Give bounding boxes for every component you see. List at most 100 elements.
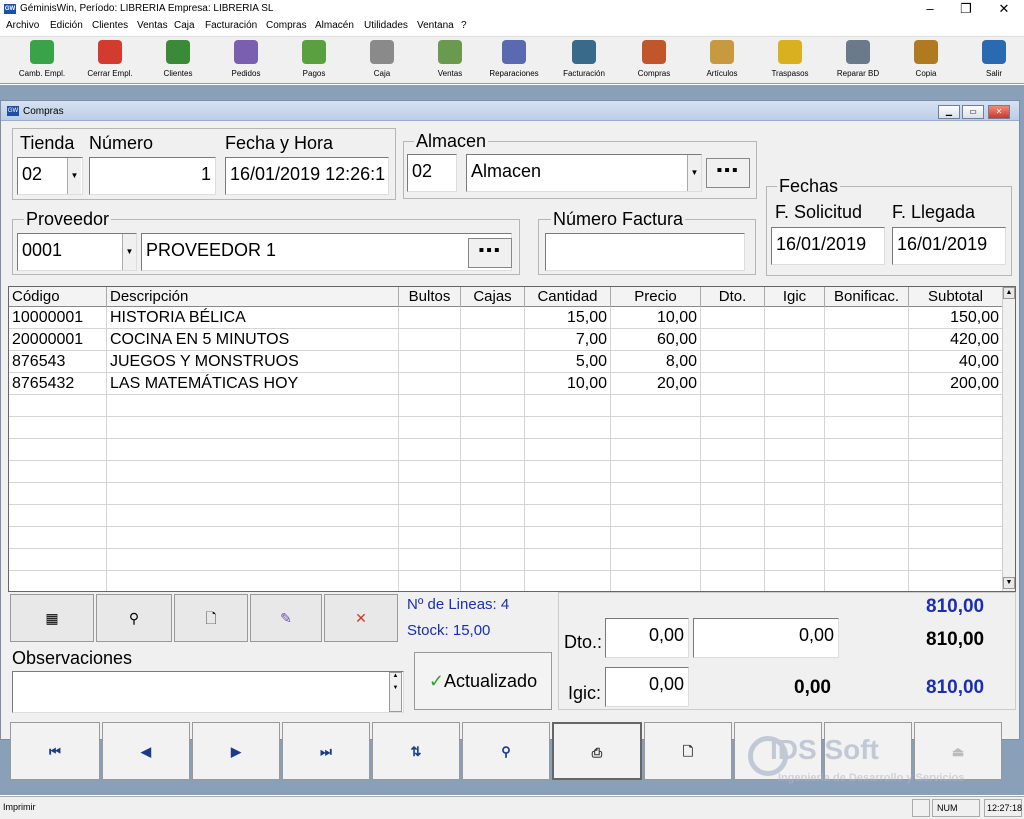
table-cell[interactable] [825,307,909,329]
table-cell[interactable] [909,505,1003,527]
table-row[interactable]: 8765432 LAS MATEMÁTICAS HOY 10,00 20,00 200,… [9,373,1003,395]
table-cell[interactable] [9,439,107,461]
table-cell[interactable] [399,483,461,505]
table-cell[interactable] [107,439,399,461]
grid-new-button[interactable]: 🗋 [174,594,248,642]
table-cell[interactable] [765,549,825,571]
table-row[interactable] [9,417,1003,439]
table-cell[interactable] [399,549,461,571]
toolbar-button-15[interactable]: Salir [960,39,1024,83]
proveedor-name-field[interactable]: PROVEEDOR 1 [141,233,512,271]
table-cell[interactable]: 60,00 [611,329,701,351]
table-cell[interactable] [765,571,825,591]
table-row[interactable] [9,549,1003,571]
table-cell[interactable]: COCINA EN 5 MINUTOS [107,329,399,351]
grid-header-5[interactable]: Cantidad [525,287,611,307]
table-cell[interactable] [909,527,1003,549]
table-cell[interactable] [399,571,461,591]
table-cell[interactable] [399,417,461,439]
toolbar-button-13[interactable]: Reparar BD [824,39,892,83]
table-cell[interactable] [399,527,461,549]
toolbar-button-14[interactable]: Copia [892,39,960,83]
toolbar-button-9[interactable]: Facturación [550,39,618,83]
solicitud-field[interactable]: 16/01/2019 [771,227,885,265]
table-cell[interactable] [461,527,525,549]
table-cell[interactable] [525,549,611,571]
table-cell[interactable] [107,417,399,439]
menu-2[interactable]: Edición [50,20,83,31]
table-cell[interactable] [611,417,701,439]
table-cell[interactable] [525,395,611,417]
table-cell[interactable] [461,373,525,395]
grid-header-10[interactable]: Subtotal [909,287,1003,307]
table-cell[interactable] [461,307,525,329]
table-cell[interactable]: 20000001 [9,329,107,351]
grid-header-8[interactable]: Igic [765,287,825,307]
table-cell[interactable] [611,571,701,591]
table-cell[interactable] [765,307,825,329]
tienda-dropdown-icon[interactable]: ▼ [67,158,81,194]
table-cell[interactable] [461,395,525,417]
menu-3[interactable]: Clientes [92,20,128,31]
table-row[interactable] [9,439,1003,461]
table-cell[interactable] [909,483,1003,505]
table-cell[interactable]: 8765432 [9,373,107,395]
toolbar-button-8[interactable]: Reparaciones [480,39,548,83]
table-cell[interactable] [399,461,461,483]
table-cell[interactable] [825,461,909,483]
menu-1[interactable]: Archivo [6,20,39,31]
table-cell[interactable] [611,461,701,483]
table-cell[interactable] [701,549,765,571]
table-cell[interactable] [399,307,461,329]
table-cell[interactable] [9,483,107,505]
table-cell[interactable] [825,571,909,591]
table-cell[interactable] [909,395,1003,417]
table-row[interactable] [9,527,1003,549]
table-cell[interactable]: HISTORIA BÉLICA [107,307,399,329]
toolbar-button-7[interactable]: Ventas [416,39,484,83]
table-cell[interactable] [701,351,765,373]
table-cell[interactable] [825,549,909,571]
table-cell[interactable] [701,307,765,329]
table-cell[interactable] [9,461,107,483]
table-cell[interactable] [399,329,461,351]
table-cell[interactable]: 420,00 [909,329,1003,351]
table-row[interactable]: 10000001 HISTORIA BÉLICA 15,00 10,00 150,00 [9,307,1003,329]
almacen-code-field[interactable]: 02 [407,154,457,192]
scroll-up-icon[interactable]: ▲ [1003,287,1015,299]
grid-header-3[interactable]: Bultos [399,287,461,307]
table-row[interactable] [9,461,1003,483]
table-cell[interactable] [611,527,701,549]
next-record-button[interactable]: ▶ [192,722,280,780]
table-cell[interactable] [765,505,825,527]
table-cell[interactable] [461,505,525,527]
table-cell[interactable] [9,505,107,527]
table-cell[interactable] [701,483,765,505]
table-cell[interactable] [107,483,399,505]
almacen-dropdown-icon[interactable]: ▼ [687,155,701,191]
grid-header-9[interactable]: Bonificac. [825,287,909,307]
fecha-field[interactable]: 16/01/2019 12:26:1 [225,157,389,195]
table-cell[interactable] [701,527,765,549]
table-cell[interactable] [909,417,1003,439]
menu-9[interactable]: Utilidades [364,20,408,31]
child-minimize-icon[interactable]: ▁ [938,105,960,119]
table-cell[interactable]: JUEGOS Y MONSTRUOS [107,351,399,373]
grid-header-6[interactable]: Precio [611,287,701,307]
grid-delete-button[interactable]: ✕ [324,594,398,642]
table-cell[interactable] [9,571,107,591]
menu-10[interactable]: Ventana [417,20,454,31]
toolbar-button-12[interactable]: Traspasos [756,39,824,83]
toolbar-button-4[interactable]: Pedidos [212,39,280,83]
menu-8[interactable]: Almacén [315,20,354,31]
table-cell[interactable] [825,417,909,439]
table-cell[interactable] [825,439,909,461]
toolbar-button-3[interactable]: Clientes [144,39,212,83]
grid-header-7[interactable]: Dto. [701,287,765,307]
last-record-button[interactable]: ⏭ [282,722,370,780]
table-cell[interactable] [525,527,611,549]
table-cell[interactable]: 40,00 [909,351,1003,373]
table-cell[interactable] [461,549,525,571]
table-cell[interactable] [525,461,611,483]
menu-5[interactable]: Caja [174,20,195,31]
